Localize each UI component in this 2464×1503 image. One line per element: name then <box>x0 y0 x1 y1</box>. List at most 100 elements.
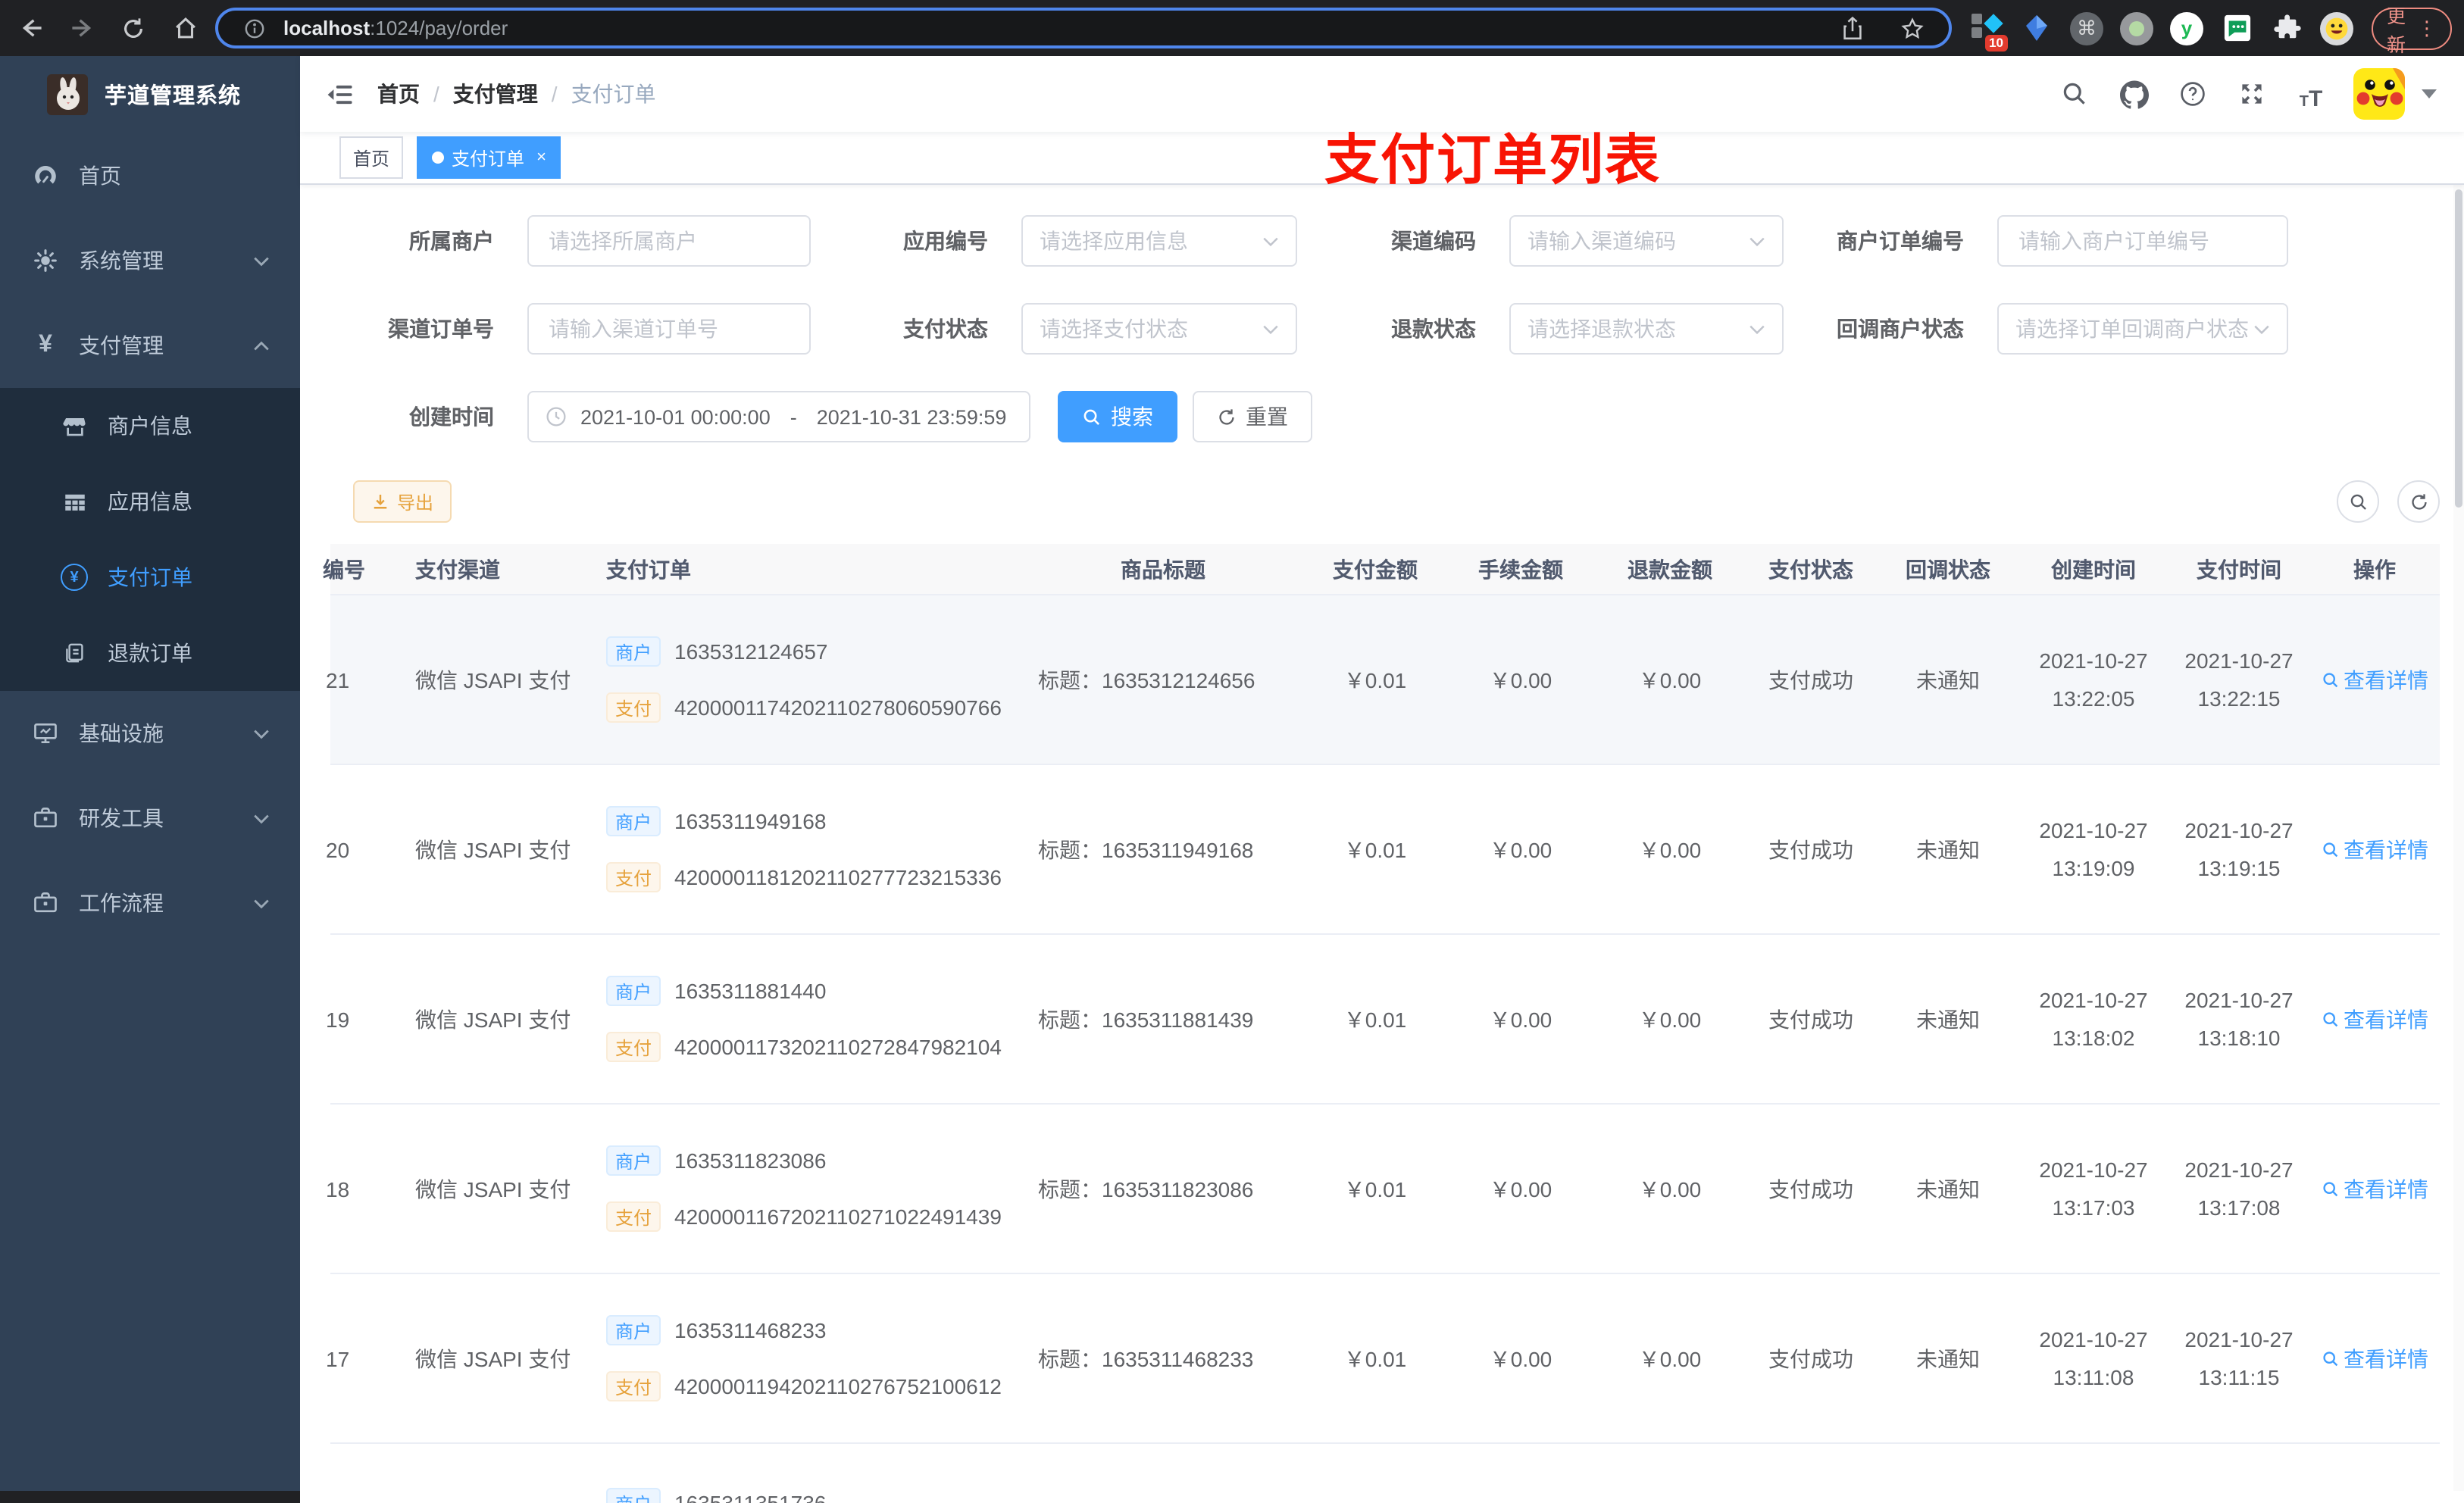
export-button[interactable]: 导出 <box>353 480 452 523</box>
view-detail-link[interactable]: 查看详情 <box>2321 1343 2428 1373</box>
extension-kite-icon[interactable] <box>2020 11 2053 45</box>
refresh-table-icon-button[interactable] <box>2397 480 2440 523</box>
extension-devtools-icon[interactable]: 10 <box>1970 11 2008 51</box>
channel-code-select[interactable]: 请输入渠道编码 <box>1509 215 1784 267</box>
sidebar-item-workflow[interactable]: 工作流程 <box>0 861 300 945</box>
tab-home[interactable]: 首页 <box>339 136 404 179</box>
select-placeholder: 请选择应用信息 <box>1040 229 1188 253</box>
address-bar[interactable]: localhost:1024/pay/order <box>215 8 1952 48</box>
merchant-order-no-field[interactable] <box>2015 227 2270 255</box>
merchant-input[interactable] <box>527 215 811 267</box>
app-logo[interactable]: 芋道管理系统 <box>0 56 300 133</box>
cell-pay-time: 2021-10-27 13:22:15 <box>2184 648 2294 711</box>
table-row-partial[interactable]: 商户1635311351736 <box>330 1444 2440 1503</box>
sidebar-item-system[interactable]: 系统管理 <box>0 218 300 303</box>
extensions-puzzle-icon[interactable] <box>2270 11 2303 45</box>
page-content: 所属商户 应用编号 请选择应用信息 <box>300 185 2464 1503</box>
sidebar-item-pay[interactable]: ¥ 支付管理 <box>0 303 300 388</box>
cell-id: 18 <box>326 1176 350 1201</box>
scrollbar-thumb[interactable] <box>2455 189 2462 508</box>
view-detail-link[interactable]: 查看详情 <box>2321 834 2428 864</box>
notify-status-select[interactable]: 请选择订单回调商户状态 <box>1997 303 2288 355</box>
header-search-icon[interactable] <box>2058 77 2091 111</box>
merchant-tag: 商户 <box>606 636 661 667</box>
col-fee: 手续金额 <box>1478 557 1563 581</box>
select-placeholder: 请选择退款状态 <box>1527 317 1676 341</box>
reset-button[interactable]: 重置 <box>1193 391 1312 442</box>
extension-grey-dot-icon[interactable] <box>2120 11 2153 45</box>
tab-pay-order[interactable]: 支付订单 × <box>417 136 561 179</box>
chevron-down-icon <box>1749 236 1765 246</box>
sidebar-item-label: 工作流程 <box>79 891 164 915</box>
export-button-label: 导出 <box>397 492 434 513</box>
help-icon[interactable] <box>2176 77 2209 111</box>
table-row[interactable]: 17 微信 JSAPI 支付 商户 1635311468233 支付 4200001… <box>326 1274 2440 1444</box>
breadcrumb-pay[interactable]: 支付管理 <box>453 79 538 109</box>
site-info-icon[interactable] <box>236 10 273 46</box>
cell-id: 21 <box>326 667 350 692</box>
fullscreen-icon[interactable] <box>2235 77 2269 111</box>
extension-chat-icon[interactable] <box>2220 11 2253 45</box>
extension-command-icon[interactable]: ⌘ <box>2070 11 2103 45</box>
filter-label: 退款状态 <box>1391 317 1476 341</box>
avatar-caret-icon[interactable] <box>2422 89 2437 98</box>
github-icon[interactable] <box>2117 77 2150 111</box>
refund-status-select[interactable]: 请选择退款状态 <box>1509 303 1784 355</box>
cell-id: 20 <box>326 837 350 861</box>
merchant-input-field[interactable] <box>546 227 793 255</box>
table-row[interactable]: 18 微信 JSAPI 支付 商户 1635311823086 支付 4200001… <box>326 1105 2440 1274</box>
cell-refund: ￥0.00 <box>1638 1007 1702 1031</box>
channel-order-no-field[interactable] <box>546 315 793 342</box>
view-detail-link[interactable]: 查看详情 <box>2321 1004 2428 1034</box>
col-channel: 支付渠道 <box>415 557 500 581</box>
search-button[interactable]: 搜索 <box>1058 391 1177 442</box>
create-time-range-picker[interactable]: 2021-10-01 00:00:00 - 2021-10-31 23:59:5… <box>527 391 1030 442</box>
col-ptime: 支付时间 <box>2197 557 2281 581</box>
bookmark-star-icon[interactable] <box>1894 10 1931 46</box>
sidebar-collapse-icon[interactable] <box>323 77 356 111</box>
table-row[interactable]: 21 微信 JSAPI 支付 商户 1635312124657 支付 4200001… <box>326 595 2440 765</box>
cell-title: 标题： 1635311949168 <box>1038 837 1254 861</box>
filter-label: 创建时间 <box>409 405 494 429</box>
pay-status-select[interactable]: 请选择支付状态 <box>1021 303 1297 355</box>
sidebar-item-refund-order[interactable]: 退款订单 <box>0 615 300 691</box>
app-select[interactable]: 请选择应用信息 <box>1021 215 1297 267</box>
browser-home-icon[interactable] <box>167 10 203 46</box>
browser-toolbar: localhost:1024/pay/order 10 ⌘ y 更新 ⋮ <box>0 0 2464 56</box>
share-icon[interactable] <box>1834 10 1870 46</box>
profile-emoji-icon[interactable] <box>2320 11 2353 45</box>
channel-order-no-input[interactable] <box>527 303 811 355</box>
view-detail-link[interactable]: 查看详情 <box>2321 664 2428 695</box>
sidebar-item-home[interactable]: 首页 <box>0 133 300 218</box>
sidebar-item-dev-tools[interactable]: 研发工具 <box>0 776 300 861</box>
merchant-order-no-input[interactable] <box>1997 215 2288 267</box>
table-row[interactable]: 19 微信 JSAPI 支付 商户 1635311881440 支付 4200001… <box>326 935 2440 1105</box>
table-row[interactable]: 20 微信 JSAPI 支付 商户 1635311949168 支付 4200001… <box>326 765 2440 935</box>
tab-close-icon[interactable]: × <box>536 148 546 167</box>
view-detail-link[interactable]: 查看详情 <box>2321 1173 2428 1204</box>
extension-y-icon[interactable]: y <box>2170 11 2203 45</box>
sidebar-item-infra[interactable]: 基础设施 <box>0 691 300 776</box>
cell-fee: ￥0.00 <box>1489 1176 1553 1201</box>
sidebar-item-app-info[interactable]: 应用信息 <box>0 464 300 539</box>
browser-back-icon[interactable] <box>12 10 48 46</box>
sidebar-item-pay-order[interactable]: ¥ 支付订单 <box>0 539 300 615</box>
cell-amount: ￥0.01 <box>1343 837 1407 861</box>
table-toolbar: 导出 <box>300 480 2464 523</box>
sidebar-item-merchant-info[interactable]: 商户信息 <box>0 388 300 464</box>
store-icon <box>61 412 88 439</box>
browser-menu-icon[interactable]: ⋮ <box>2417 16 2437 40</box>
page-scrollbar[interactable] <box>2453 56 2464 1491</box>
browser-update-button[interactable]: 更新 ⋮ <box>2372 5 2452 55</box>
user-avatar[interactable] <box>2353 68 2405 120</box>
cell-channel: 微信 JSAPI 支付 <box>415 1346 571 1370</box>
pay-tag: 支付 <box>606 1371 661 1401</box>
logo-avatar <box>47 74 88 115</box>
breadcrumb-home[interactable]: 首页 <box>377 79 420 109</box>
toggle-search-icon-button[interactable] <box>2337 480 2379 523</box>
merchant-tag: 商户 <box>606 1145 661 1176</box>
browser-reload-icon[interactable] <box>115 10 152 46</box>
browser-forward-icon[interactable] <box>64 10 100 46</box>
font-size-icon[interactable]: TT <box>2294 77 2328 111</box>
cell-pay-order: 商户 1635311468233 支付 4200001194202110276752… <box>589 1274 1021 1442</box>
